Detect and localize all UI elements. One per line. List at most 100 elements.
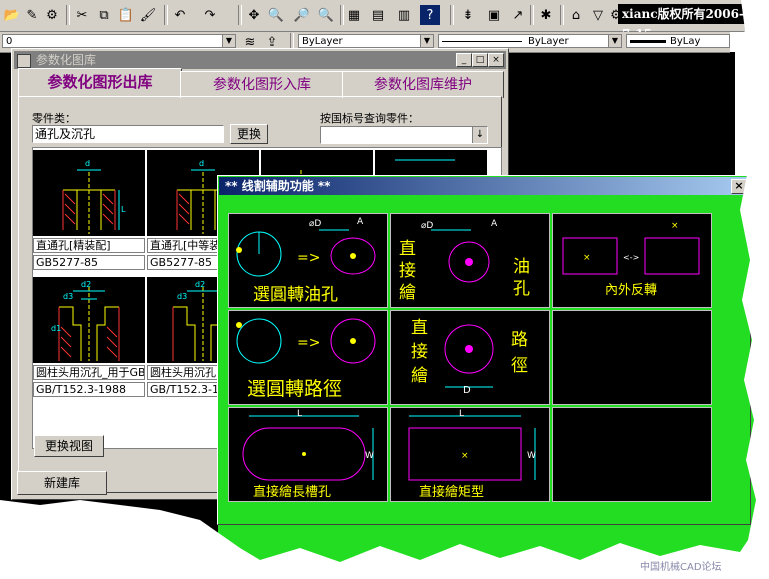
convert-circle-to-oil-hole-button[interactable]: => ⌀D A 選圓轉油孔 [228, 213, 388, 308]
empty-cell [552, 310, 712, 405]
linetype-combo[interactable]: ByLayer ▼ [438, 34, 622, 48]
part-caption: 圆柱头用沉孔_用于GB [33, 365, 145, 380]
dim-label: D [463, 385, 471, 396]
chevron-down-icon[interactable]: ▼ [608, 35, 621, 47]
credit-label: xianc版权所有2006-7-15 [618, 4, 760, 41]
tab-maintenance[interactable]: 参数化图库维护 [342, 71, 504, 98]
maximize-icon[interactable]: □ [472, 53, 488, 67]
dim-label: A [491, 219, 498, 229]
color-combo-value: ByLayer [302, 36, 343, 47]
help-icon[interactable]: ? [420, 5, 440, 25]
standard-toolbar: 📂 ✎ ⚙ ✂ ⧉ 📋 🖌 ↶ ↷ ✥ 🔍 🔎 🔍 ▦ ▤ ▥ ? ⇟ ▣ ↗ … [0, 0, 760, 41]
part-standard: GB/T152.3-1988 [33, 382, 145, 397]
svg-text:d2: d2 [195, 280, 205, 289]
svg-text:=>: => [297, 335, 320, 351]
layer-icon[interactable]: ⇟ [458, 5, 478, 25]
edit-icon[interactable]: ✎ [22, 5, 42, 25]
change-view-button[interactable]: 更换视图 [34, 435, 104, 457]
dim-label: A [357, 217, 364, 227]
redo-icon[interactable]: ↷ [200, 5, 220, 25]
dimension-icon[interactable]: ▣ [484, 5, 504, 25]
svg-text:×: × [583, 253, 591, 263]
cell-label-vertical: 直接繪 [399, 239, 416, 303]
library-title-bar[interactable]: 参数化图库 _ □ × [14, 51, 506, 69]
paste-icon[interactable]: 📋 [116, 5, 136, 25]
svg-text:L: L [121, 205, 126, 214]
close-icon[interactable]: × [488, 53, 504, 67]
svg-text:d1: d1 [51, 324, 61, 333]
draw-oil-hole-button[interactable]: ⌀D A 直接繪 油孔 [390, 213, 550, 308]
chevron-down-icon[interactable]: ▼ [222, 35, 235, 47]
copy-icon[interactable]: ⧉ [94, 5, 114, 25]
match-properties-icon[interactable]: 🖌 [138, 5, 158, 25]
part-caption: 直通孔[精装配] [33, 238, 145, 253]
cell-label: 選圓轉路徑 [247, 378, 342, 400]
minimize-icon[interactable]: _ [456, 53, 472, 67]
wire-cut-helper-window: ** 线割辅助功能 ** × => ⌀D A 選圓轉油孔 ⌀D A 直接繪 油孔… [217, 175, 751, 525]
publish-icon[interactable]: ⚙ [42, 5, 62, 25]
tab-import[interactable]: 参数化图形入库 [180, 71, 344, 98]
dim-label: L [297, 409, 302, 419]
svg-text:d3: d3 [63, 292, 73, 301]
part-type-label: 零件类： [32, 112, 76, 125]
part-card[interactable]: d L 直通孔[精装配] GB5277-85 [33, 150, 145, 271]
zoom-realtime-icon[interactable]: 🔍 [266, 5, 286, 25]
chevron-down-icon[interactable]: ▼ [420, 35, 433, 47]
properties-icon[interactable]: ▦ [344, 5, 364, 25]
filter-icon[interactable]: ▽ [588, 5, 608, 25]
cell-label-vertical: 直接繪 [411, 318, 428, 386]
svg-text:d: d [199, 159, 204, 168]
tool-palettes-icon[interactable]: ▥ [394, 5, 414, 25]
library-title: 参数化图库 [36, 53, 97, 67]
svg-text:×: × [461, 451, 469, 461]
new-library-button[interactable]: 新建库 [17, 471, 107, 495]
wire-cut-title-bar[interactable]: ** 线割辅助功能 ** × [219, 177, 749, 195]
cut-icon[interactable]: ✂ [72, 5, 92, 25]
design-center-icon[interactable]: ▤ [368, 5, 388, 25]
dim-label: W [527, 451, 536, 461]
color-combo[interactable]: ByLayer ▼ [298, 34, 434, 48]
inner-outer-reverse-button[interactable]: × × <-> 內外反轉 [552, 213, 712, 308]
linetype-combo-value: ByLayer [528, 36, 569, 47]
svg-text:×: × [671, 221, 679, 231]
empty-cell [552, 407, 712, 502]
open-icon[interactable]: 📂 [2, 5, 22, 25]
block-icon[interactable]: ⌂ [566, 5, 586, 25]
dim-label: ⌀D [309, 219, 321, 229]
draw-path-button[interactable]: D 直接繪 路徑 [390, 310, 550, 405]
change-button[interactable]: 更换 [230, 124, 268, 144]
zoom-window-icon[interactable]: 🔎 [292, 5, 312, 25]
close-icon[interactable]: × [731, 179, 747, 194]
dim-label: ⌀D [421, 221, 433, 231]
cell-label: 內外反轉 [605, 283, 657, 298]
app-icon [17, 54, 31, 68]
svg-text:d3: d3 [177, 292, 187, 301]
leader-icon[interactable]: ↗ [508, 5, 528, 25]
cell-label: 直接繪矩型 [419, 484, 484, 500]
query-label: 按国标号查询零件： [320, 112, 419, 125]
pan-icon[interactable]: ✥ [244, 5, 264, 25]
dim-label: L [459, 409, 464, 419]
svg-text:=>: => [297, 250, 320, 266]
cell-label-vertical: 油孔 [513, 257, 530, 299]
draw-rectangle-button[interactable]: L × W 直接繪矩型 [390, 407, 550, 502]
part-card[interactable]: d2 d3 d1 圆柱头用沉孔_用于GB GB/T152.3-1988 [33, 277, 145, 398]
wire-cut-title: ** 线割辅助功能 ** [225, 179, 331, 193]
part-type-input[interactable]: 通孔及沉孔 [32, 125, 224, 143]
zoom-previous-icon[interactable]: 🔍 [316, 5, 336, 25]
part-preview-counterbore: d2 d3 d1 [33, 277, 145, 363]
part-preview-through-hole: d L [33, 150, 145, 236]
ucs-icon[interactable]: ✱ [536, 5, 556, 25]
layer-combo[interactable]: 0 ▼ [2, 34, 236, 48]
cell-label: 直接繪長槽孔 [253, 484, 331, 500]
svg-text:d: d [85, 159, 90, 168]
tab-export[interactable]: 参数化图形出库 [18, 68, 182, 98]
lineweight-combo[interactable]: ByLay [626, 34, 730, 48]
svg-text:d2: d2 [81, 280, 91, 289]
undo-icon[interactable]: ↶ [170, 5, 190, 25]
draw-slot-hole-button[interactable]: L W 直接繪長槽孔 [228, 407, 388, 502]
standard-query-combo[interactable]: ↓ [320, 126, 488, 144]
cell-label-vertical: 路徑 [511, 330, 528, 376]
chevron-down-icon[interactable]: ↓ [472, 127, 487, 143]
convert-circle-to-path-button[interactable]: => 選圓轉路徑 [228, 310, 388, 405]
